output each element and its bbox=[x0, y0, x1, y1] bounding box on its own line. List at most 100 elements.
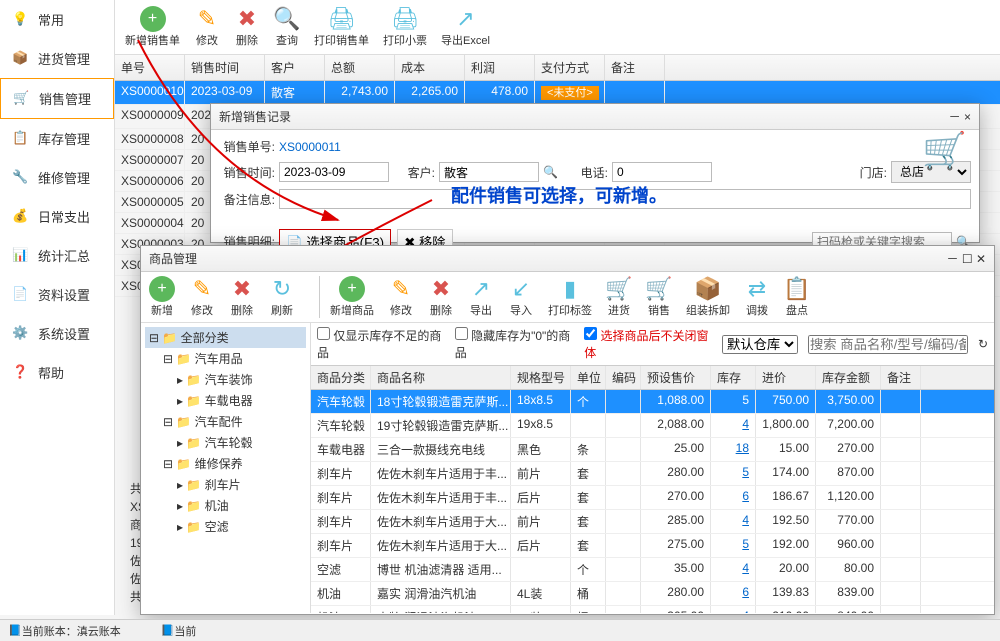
tree-node[interactable]: ⊟ 📁 全部分类 bbox=[145, 327, 306, 348]
tree-node[interactable]: ⊟ 📁 汽车用品 bbox=[145, 348, 306, 369]
tree-node[interactable]: ▸ 📁 汽车轮毂 bbox=[145, 432, 306, 453]
product-row[interactable]: 空滤博世 机油滤清器 适用...个35.00420.0080.00 bbox=[311, 558, 994, 582]
product-dialog: 商品管理 － ☐ ✕ +新增✎修改✖删除↻刷新+新增商品✎修改✖删除↗导出↙导入… bbox=[140, 245, 995, 615]
prod-col[interactable]: 库存金额 bbox=[816, 366, 881, 389]
toolbar-新增销售单[interactable]: +新增销售单 bbox=[125, 6, 180, 48]
prod-col[interactable]: 库存 bbox=[711, 366, 756, 389]
product-row[interactable]: 刹车片佐佐木刹车片适用于大...后片套275.005192.00960.00 bbox=[311, 534, 994, 558]
product-row[interactable]: 刹车片佐佐木刹车片适用于丰...后片套270.006186.671,120.00 bbox=[311, 486, 994, 510]
chk-lowstock[interactable]: 仅显示库存不足的商品 bbox=[317, 327, 445, 361]
tree-node[interactable]: ▸ 📁 空滤 bbox=[145, 516, 306, 537]
col-客户[interactable]: 客户 bbox=[265, 55, 325, 80]
tree-node[interactable]: ▸ 📁 刹车片 bbox=[145, 474, 306, 495]
tree-node[interactable]: ⊟ 📁 维修保养 bbox=[145, 453, 306, 474]
prod-toolbar-导出[interactable]: ↗导出 bbox=[468, 276, 494, 318]
col-成本[interactable]: 成本 bbox=[395, 55, 465, 80]
col-单号[interactable]: 单号 bbox=[115, 55, 185, 80]
sidebar-icon: 🔧 bbox=[12, 169, 30, 187]
product-row[interactable]: 机油嘉实 润滑油汽机油4L装桶280.006139.83839.00 bbox=[311, 582, 994, 606]
sidebar-item-9[interactable]: ❓帮助 bbox=[0, 353, 114, 392]
toolbar-修改[interactable]: ✎修改 bbox=[194, 6, 220, 48]
remark-input[interactable] bbox=[279, 189, 971, 209]
search-icon[interactable]: 🔍 bbox=[543, 165, 558, 179]
product-row[interactable]: 刹车片佐佐木刹车片适用于大...前片套285.004192.50770.00 bbox=[311, 510, 994, 534]
toolbar-导出Excel[interactable]: ↗导出Excel bbox=[441, 6, 490, 48]
toolbar-icon: 📦 bbox=[695, 276, 721, 302]
sidebar-item-2[interactable]: 🛒销售管理 bbox=[0, 78, 114, 119]
toolbar-删除[interactable]: ✖删除 bbox=[234, 6, 260, 48]
sidebar-item-4[interactable]: 🔧维修管理 bbox=[0, 158, 114, 197]
sidebar-item-3[interactable]: 📋库存管理 bbox=[0, 119, 114, 158]
col-利润[interactable]: 利润 bbox=[465, 55, 535, 80]
sidebar-item-7[interactable]: 📄资料设置 bbox=[0, 275, 114, 314]
prod-toolbar-调拨[interactable]: ⇄调拨 bbox=[744, 276, 770, 318]
col-销售时间[interactable]: 销售时间 bbox=[185, 55, 265, 80]
customer-input[interactable] bbox=[439, 162, 539, 182]
col-备注[interactable]: 备注 bbox=[605, 55, 665, 80]
sale-time-input[interactable] bbox=[279, 162, 389, 182]
prod-col[interactable]: 备注 bbox=[881, 366, 921, 389]
prod-toolbar-修改[interactable]: ✎修改 bbox=[388, 276, 414, 318]
toolbar-icon: ✖ bbox=[428, 276, 454, 302]
chk-keepopen[interactable]: 选择商品后不关闭窗体 bbox=[584, 327, 712, 361]
sidebar-item-0[interactable]: 💡常用 bbox=[0, 0, 114, 39]
tree-node[interactable]: ⊟ 📁 汽车配件 bbox=[145, 411, 306, 432]
tree-node[interactable]: ▸ 📁 汽车装饰 bbox=[145, 369, 306, 390]
prod-col[interactable]: 单位 bbox=[571, 366, 606, 389]
prod-toolbar-进货[interactable]: 🛒进货 bbox=[606, 276, 632, 318]
sidebar-item-8[interactable]: ⚙️系统设置 bbox=[0, 314, 114, 353]
prod-toolbar-刷新[interactable]: ↻刷新 bbox=[269, 276, 295, 318]
prod-toolbar-新增商品[interactable]: +新增商品 bbox=[330, 276, 374, 318]
product-row[interactable]: 汽车轮毂18寸轮毂锻造雷克萨斯...18x8.5个1,088.005750.00… bbox=[311, 390, 994, 414]
tree-node[interactable]: ▸ 📁 机油 bbox=[145, 495, 306, 516]
toolbar-icon: ↻ bbox=[269, 276, 295, 302]
toolbar-icon: ↗ bbox=[452, 6, 478, 32]
refresh-icon[interactable]: ↻ bbox=[978, 337, 988, 351]
close-icon[interactable]: － × bbox=[949, 108, 971, 125]
prod-col[interactable]: 规格型号 bbox=[511, 366, 571, 389]
tree-node[interactable]: ▸ 📁 车载电器 bbox=[145, 390, 306, 411]
prod-toolbar-盘点[interactable]: 📋盘点 bbox=[784, 276, 810, 318]
prod-toolbar-新增[interactable]: +新增 bbox=[149, 276, 175, 318]
prod-col[interactable]: 商品名称 bbox=[371, 366, 511, 389]
product-row[interactable]: 刹车片佐佐木刹车片适用于丰...前片套280.005174.00870.00 bbox=[311, 462, 994, 486]
toolbar-icon: + bbox=[149, 276, 175, 302]
toolbar-查询[interactable]: 🔍查询 bbox=[274, 6, 300, 48]
sidebar-label: 资料设置 bbox=[38, 285, 90, 304]
sidebar-item-6[interactable]: 📊统计汇总 bbox=[0, 236, 114, 275]
warehouse-select[interactable]: 默认仓库 bbox=[722, 335, 798, 354]
prod-toolbar-修改[interactable]: ✎修改 bbox=[189, 276, 215, 318]
toolbar-icon: 🖨 bbox=[392, 6, 418, 32]
prod-toolbar-打印标签[interactable]: ▮打印标签 bbox=[548, 276, 592, 318]
col-总额[interactable]: 总额 bbox=[325, 55, 395, 80]
prod-toolbar-删除[interactable]: ✖删除 bbox=[229, 276, 255, 318]
prod-toolbar-删除[interactable]: ✖删除 bbox=[428, 276, 454, 318]
window-controls[interactable]: － ☐ ✕ bbox=[947, 250, 986, 267]
order-no-label: 销售单号: bbox=[219, 138, 279, 155]
product-search-input[interactable] bbox=[808, 335, 968, 354]
prod-toolbar-导入[interactable]: ↙导入 bbox=[508, 276, 534, 318]
prod-col[interactable]: 进价 bbox=[756, 366, 816, 389]
prod-col[interactable]: 预设售价 bbox=[641, 366, 711, 389]
prod-col[interactable]: 商品分类 bbox=[311, 366, 371, 389]
toolbar-icon: ⇄ bbox=[744, 276, 770, 302]
prod-toolbar-销售[interactable]: 🛒销售 bbox=[646, 276, 672, 318]
col-支付方式[interactable]: 支付方式 bbox=[535, 55, 605, 80]
sidebar-label: 帮助 bbox=[38, 363, 64, 382]
toolbar-打印小票[interactable]: 🖨打印小票 bbox=[383, 6, 427, 48]
product-row[interactable]: 汽车轮毂19寸轮毂锻造雷克萨斯...19x8.52,088.0041,800.0… bbox=[311, 414, 994, 438]
prod-toolbar-组装拆卸[interactable]: 📦组装拆卸 bbox=[686, 276, 730, 318]
product-row[interactable]: 车载电器三合一款摄线充电线黑色条25.001815.00270.00 bbox=[311, 438, 994, 462]
toolbar-打印销售单[interactable]: 🖨打印销售单 bbox=[314, 6, 369, 48]
chk-hidezero[interactable]: 隐藏库存为"0"的商品 bbox=[455, 327, 574, 361]
phone-input[interactable] bbox=[612, 162, 712, 182]
sidebar-icon: 💡 bbox=[12, 11, 30, 29]
main-toolbar: +新增销售单 ✎修改 ✖删除 🔍查询 🖨打印销售单 🖨打印小票 ↗导出Excel bbox=[115, 0, 1000, 55]
status-account: 📘 当前账本：滇云账本 bbox=[8, 623, 141, 638]
prod-col[interactable]: 编码 bbox=[606, 366, 641, 389]
category-tree: ⊟ 📁 全部分类⊟ 📁 汽车用品▸ 📁 汽车装饰▸ 📁 车载电器⊟ 📁 汽车配件… bbox=[141, 323, 311, 613]
product-row[interactable]: 机油壳牌 润滑油汽机油4L装桶305.004210.00840.00 bbox=[311, 606, 994, 613]
sales-row[interactable]: XS00000102023-03-09散客2,743.002,265.00478… bbox=[115, 81, 1000, 105]
sidebar-item-5[interactable]: 💰日常支出 bbox=[0, 197, 114, 236]
sidebar-item-1[interactable]: 📦进货管理 bbox=[0, 39, 114, 78]
